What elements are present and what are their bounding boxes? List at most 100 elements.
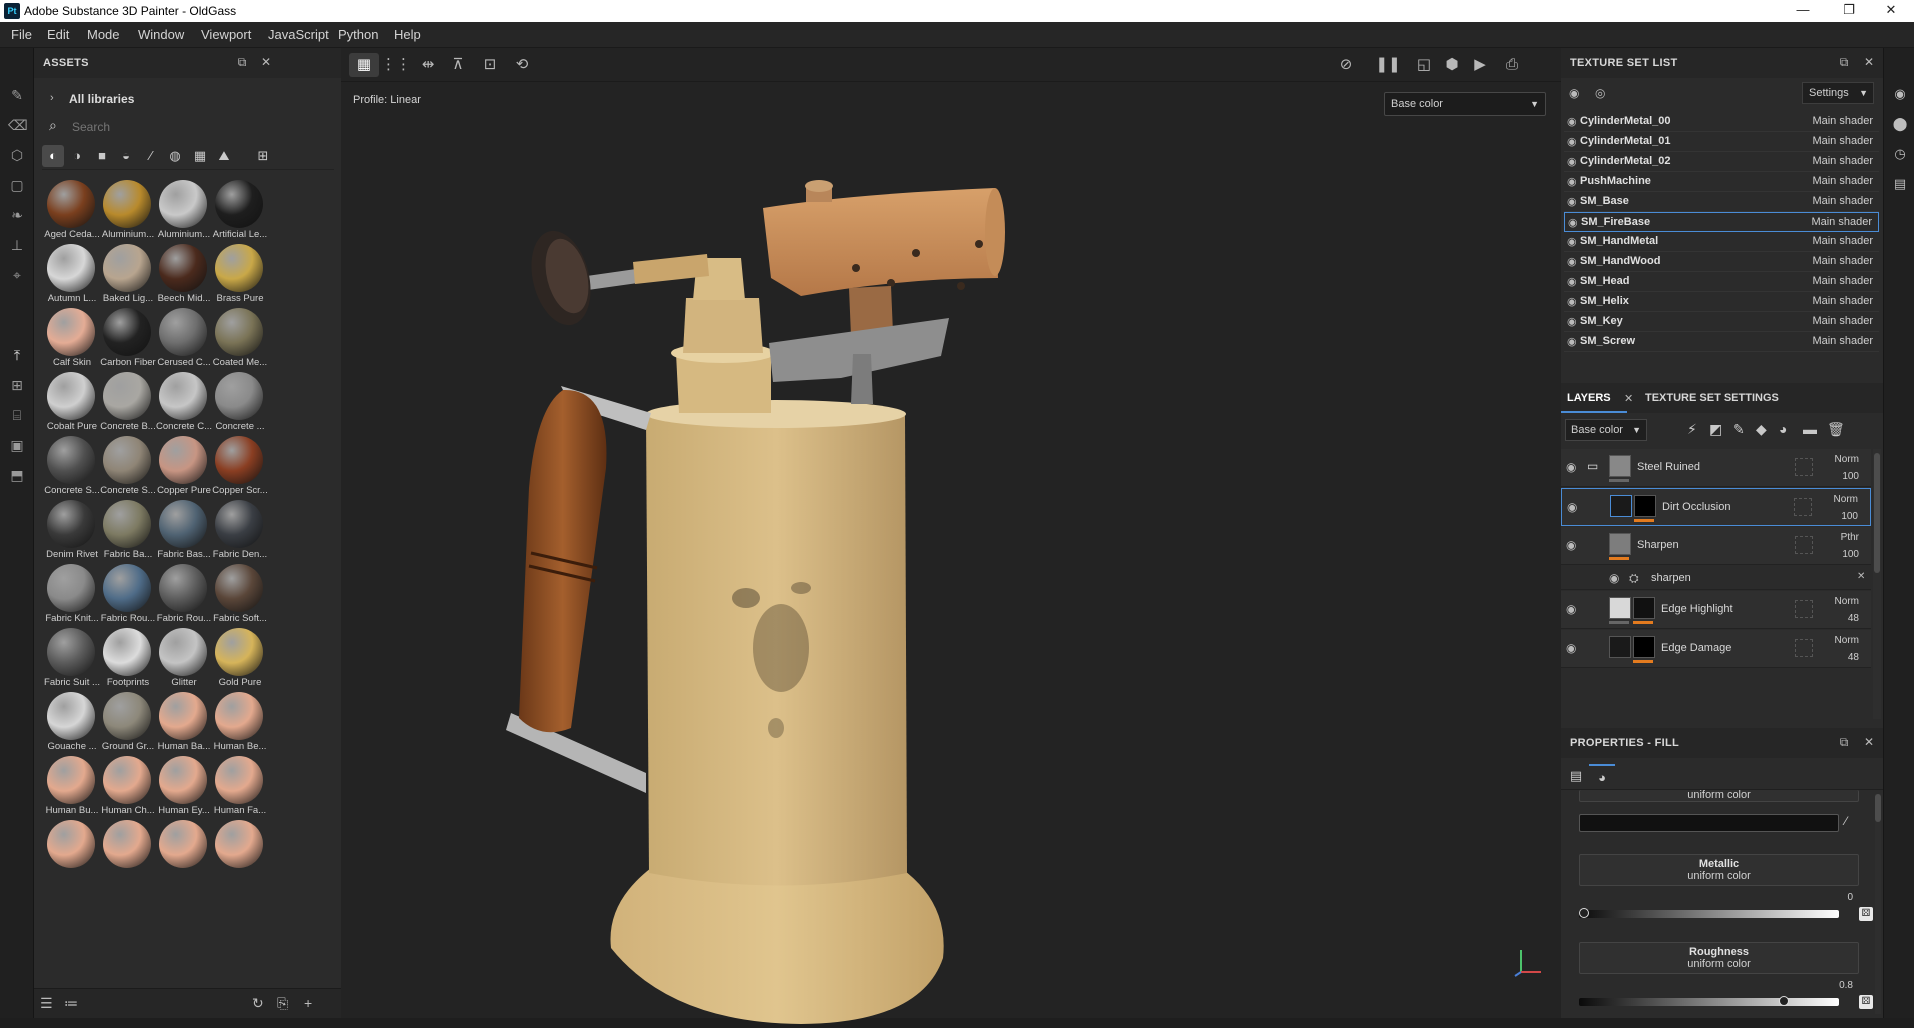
slider-knob[interactable] (1579, 908, 1589, 918)
material-tile[interactable]: Copper Scr... (210, 434, 272, 498)
eye-icon[interactable]: ◉ (1567, 255, 1577, 268)
shader-name[interactable]: Main shader (1812, 135, 1873, 147)
viewport-3d[interactable]: ▦ ⋮⋮ ⇹ ⊼ ⊡ ⟲ ⊘ ❚❚ ◱ ⬢ ▶ ⎙ Profile: Linea… (341, 48, 1561, 1024)
mask-slot[interactable] (1795, 536, 1813, 554)
material-tile[interactable]: Cobalt Pure (42, 370, 104, 434)
material-tile[interactable]: Human Ba... (154, 690, 216, 754)
undock-icon[interactable]: ⧉ (235, 55, 249, 69)
filter-textures-icon[interactable]: ▦ (189, 145, 211, 167)
tab-layers[interactable]: LAYERS (1567, 392, 1611, 404)
frame-icon[interactable]: ⊡ (475, 53, 505, 77)
layer-opacity[interactable]: 48 (1848, 613, 1859, 624)
list-view-icon[interactable]: ☰ (40, 995, 53, 1012)
material-tile[interactable]: Beech Mid... (154, 242, 216, 306)
filter-brushes-icon[interactable]: ⁄ (140, 145, 162, 167)
material-tile[interactable]: Concrete C... (154, 370, 216, 434)
add-mask-icon[interactable]: ◩ (1709, 421, 1722, 438)
export-icon[interactable]: ⬒ (8, 466, 26, 484)
slider-knob[interactable] (1779, 996, 1789, 1006)
history-icon[interactable]: ⟲ (507, 53, 537, 77)
random-icon[interactable]: ⚄ (1859, 907, 1873, 921)
material-tile[interactable]: Fabric Den... (210, 498, 272, 562)
add-fill-layer-icon[interactable]: ◆ (1756, 421, 1767, 438)
blend-mode[interactable]: Norm (1834, 494, 1858, 505)
material-tile[interactable]: Coated Me... (210, 306, 272, 370)
eye-icon[interactable]: ◉ (1567, 235, 1577, 248)
material-tile[interactable]: Human Ch... (98, 754, 160, 818)
effect-name[interactable]: sharpen (1651, 572, 1691, 584)
material-tile[interactable]: Human Fa... (210, 754, 272, 818)
viewport-channel-select[interactable]: Base color ▼ (1384, 92, 1546, 116)
material-tile[interactable]: Concrete S... (42, 434, 104, 498)
eye-icon[interactable]: ◎ (1595, 86, 1605, 100)
undock-icon[interactable]: ⧉ (1837, 735, 1851, 749)
menu-python[interactable]: Python (338, 27, 378, 42)
render-icon[interactable]: ▣ (8, 436, 26, 454)
material-tile[interactable]: Baked Lig... (98, 242, 160, 306)
clone-stamp-icon[interactable]: ⊥ (8, 236, 26, 254)
eye-icon[interactable]: ◉ (1567, 315, 1577, 328)
layer-name[interactable]: Edge Damage (1661, 642, 1731, 654)
screenshot-icon[interactable]: ⎙ (1497, 53, 1527, 77)
metallic-value[interactable]: 0 (1847, 892, 1853, 903)
eye-icon[interactable]: ◉ (1566, 538, 1576, 552)
eye-icon[interactable]: ◉ (1567, 275, 1577, 288)
material-tile[interactable]: Aluminium... (98, 178, 160, 242)
texture-set-row[interactable]: ◉ SM_FireBase Main shader (1564, 212, 1879, 232)
material-tile[interactable]: Aluminium... (154, 178, 216, 242)
close-window-button[interactable]: ✕ (1868, 0, 1914, 22)
close-panel-icon[interactable]: ✕ (259, 55, 273, 69)
eye-icon[interactable]: ◉ (1567, 295, 1577, 308)
add-effect-icon[interactable]: ⚡ (1687, 421, 1697, 438)
menu-edit[interactable]: Edit (47, 27, 69, 42)
shader-settings-icon[interactable]: ⬤ (1891, 116, 1909, 134)
material-tile[interactable] (154, 818, 216, 882)
polygon-fill-icon[interactable]: ⊞ (8, 376, 26, 394)
blend-mode[interactable]: Norm (1835, 454, 1859, 465)
filter-smart-masks-icon[interactable]: ◒ (115, 145, 137, 167)
metallic-block[interactable]: Metallic uniform color (1579, 854, 1859, 886)
filter-environments-icon[interactable]: ⛰ (213, 145, 235, 167)
menu-file[interactable]: File (11, 27, 32, 42)
filter-particles-icon[interactable]: ◍ (164, 145, 186, 167)
all-libraries-row[interactable]: › All libraries (34, 88, 341, 110)
material-tile[interactable]: Gold Pure (210, 626, 272, 690)
search-input[interactable] (72, 118, 312, 136)
shader-name[interactable]: Main shader (1812, 155, 1873, 167)
filter-list-icon[interactable]: ≔ (64, 995, 78, 1012)
eye-icon[interactable]: ◉ (1566, 460, 1576, 474)
add-icon[interactable]: + (304, 995, 312, 1011)
material-tile[interactable]: Concrete ... (210, 370, 272, 434)
history-icon[interactable]: ◷ (1891, 146, 1909, 164)
projection-icon[interactable]: ⬡ (8, 146, 26, 164)
material-tile[interactable]: Fabric Soft... (210, 562, 272, 626)
material-tile[interactable] (42, 818, 104, 882)
paint-brush-icon[interactable]: ✎ (8, 86, 26, 104)
eye-icon[interactable]: ◉ (1566, 602, 1576, 616)
menu-javascript[interactable]: JavaScript (268, 27, 329, 42)
shader-name[interactable]: Main shader (1812, 175, 1873, 187)
fill-settings-tab-icon[interactable]: ▤ (1563, 764, 1589, 788)
material-tile[interactable]: Calf Skin (42, 306, 104, 370)
layer-opacity[interactable]: 100 (1841, 511, 1858, 522)
eraser-icon[interactable]: ⌫ (8, 116, 28, 134)
material-tab-icon[interactable]: ◕ (1589, 764, 1615, 788)
material-tile[interactable]: Fabric Suit ... (42, 626, 104, 690)
material-tile[interactable]: Human Bu... (42, 754, 104, 818)
texture-set-row[interactable]: ◉ CylinderMetal_00 Main shader (1564, 112, 1879, 132)
shader-name[interactable]: Main shader (1812, 195, 1873, 207)
hide-icon[interactable]: ⊘ (1331, 53, 1361, 77)
geometry-mask-icon[interactable]: ▢ (8, 176, 26, 194)
layer-row-selected[interactable]: ◉ Dirt Occlusion Norm 100 (1561, 488, 1871, 526)
color-picker-icon[interactable]: ⌖ (8, 266, 26, 284)
grid-view-icon[interactable]: ⊞ (252, 145, 274, 167)
layer-channel-select[interactable]: Base color ▼ (1565, 419, 1647, 441)
blend-mode[interactable]: Pthr (1841, 532, 1859, 543)
eye-icon[interactable]: ◉ (1567, 115, 1577, 128)
material-tile[interactable] (210, 818, 272, 882)
measure-icon[interactable]: ⌸ (8, 406, 26, 424)
log-icon[interactable]: ▤ (1891, 176, 1909, 194)
menu-mode[interactable]: Mode (87, 27, 120, 42)
tab-texture-set-settings[interactable]: TEXTURE SET SETTINGS (1645, 392, 1779, 404)
shader-name[interactable]: Main shader (1812, 235, 1873, 247)
